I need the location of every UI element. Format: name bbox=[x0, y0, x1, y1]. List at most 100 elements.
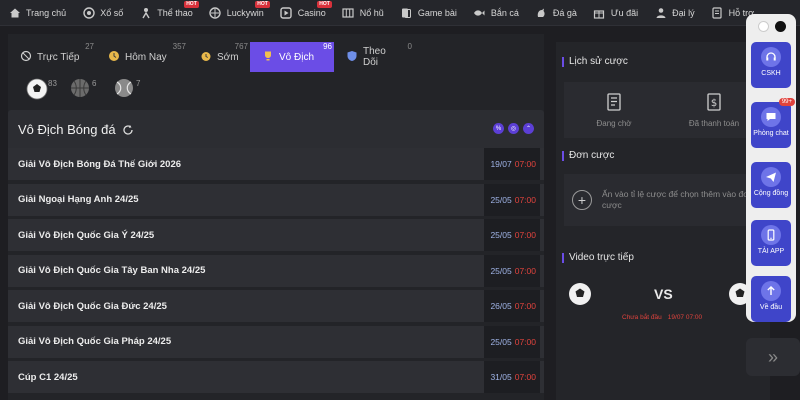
tab-label: Hôm Nay bbox=[125, 51, 167, 63]
history-section-title: Lịch sử cược bbox=[562, 56, 628, 67]
match-time: 19/07 07:00 bbox=[484, 148, 540, 180]
table-row[interactable]: Giải Vô Địch Quốc Gia Tây Ban Nha 24/25 … bbox=[8, 254, 544, 287]
match-time: 25/05 07:00 bbox=[484, 254, 540, 287]
nav-label: Đại lý bbox=[672, 7, 695, 18]
chat-badge: 99+ bbox=[778, 98, 795, 106]
video-start-time: 19/07 07:00 bbox=[667, 314, 703, 321]
nav-item-casino[interactable]: Casino HOT bbox=[272, 0, 334, 26]
add-bet-icon[interactable]: + bbox=[572, 190, 592, 210]
nav-item-agent[interactable]: Đại lý bbox=[646, 0, 703, 26]
sport-count: 6 bbox=[92, 79, 97, 88]
nav-label: Luckywin bbox=[226, 7, 264, 18]
percent-icon[interactable]: % bbox=[493, 123, 504, 134]
chat-label: Phòng chat bbox=[753, 130, 789, 137]
tab-live[interactable]: Trực Tiếp 27 bbox=[8, 42, 96, 72]
nav-item-home[interactable]: Trang chủ bbox=[0, 0, 74, 26]
section-marker bbox=[562, 252, 564, 263]
match-date: 31/05 bbox=[490, 372, 512, 382]
video-section-title: Video trực tiếp bbox=[562, 252, 634, 263]
section-marker bbox=[562, 56, 564, 67]
match-time: 25/05 07:00 bbox=[484, 183, 540, 216]
phone-icon bbox=[761, 225, 781, 245]
back-to-top-button[interactable]: Về đầu bbox=[751, 276, 791, 322]
nav-label: Xổ số bbox=[100, 7, 124, 18]
community-button[interactable]: Cộng đồng bbox=[751, 162, 791, 208]
tab-count: 357 bbox=[172, 42, 186, 51]
nav-label: Ưu đãi bbox=[610, 7, 639, 18]
nav-item-gift[interactable]: Ưu đãi bbox=[585, 0, 646, 26]
hot-badge: HOT bbox=[317, 0, 332, 8]
league-name: Giải Vô Địch Quốc Gia Ý 24/25 bbox=[18, 229, 155, 241]
table-row[interactable]: Giải Ngoại Hạng Anh 24/25 25/05 07:00 bbox=[8, 183, 544, 216]
community-label: Cộng đồng bbox=[753, 190, 789, 197]
league-list: Giải Vô Địch Bóng Đá Thế Giới 2026 19/07… bbox=[8, 148, 544, 397]
championship-title: Vô Địch Bóng đá bbox=[18, 121, 116, 137]
refresh-icon[interactable] bbox=[122, 123, 134, 135]
table-row[interactable]: Giải Vô Địch Quốc Gia Ý 24/25 25/05 07:00 bbox=[8, 219, 544, 251]
section-marker bbox=[562, 150, 564, 161]
nav-item-rooster[interactable]: Đá gà bbox=[527, 0, 585, 26]
hot-badge: HOT bbox=[255, 0, 270, 8]
table-row[interactable]: Giải Vô Địch Quốc Gia Đức 24/25 26/05 07:… bbox=[8, 290, 544, 322]
agent-icon bbox=[654, 6, 667, 19]
shield-icon bbox=[346, 50, 358, 65]
live-icon bbox=[20, 50, 32, 65]
paid-receipt-icon: $ bbox=[706, 92, 722, 113]
table-row[interactable]: Giải Vô Địch Bóng Đá Thế Giới 2026 19/07… bbox=[8, 148, 544, 180]
match-date: 25/05 bbox=[490, 265, 512, 276]
nav-item-lottery[interactable]: Xổ số bbox=[74, 0, 131, 26]
match-time: 31/05 07:00 bbox=[484, 361, 540, 393]
luckywin-icon bbox=[209, 6, 222, 19]
customer-support-button[interactable]: CSKH bbox=[751, 42, 791, 88]
theme-toggle[interactable] bbox=[758, 21, 786, 32]
table-row[interactable]: Giải Vô Địch Quốc Gia Pháp 24/25 25/05 07… bbox=[8, 325, 544, 358]
light-theme-icon[interactable] bbox=[758, 21, 769, 32]
nav-item-slot[interactable]: Nổ hũ bbox=[334, 0, 392, 26]
chat-room-button[interactable]: 99+ Phòng chat bbox=[751, 98, 795, 148]
tab-following[interactable]: Theo Dõi 0 bbox=[334, 42, 414, 72]
tab-early[interactable]: Sớm 767 bbox=[188, 42, 250, 72]
double-chevron-icon: » bbox=[767, 346, 778, 367]
match-date: 19/07 bbox=[490, 159, 512, 169]
sport-tennis[interactable]: 7 bbox=[114, 78, 144, 104]
collapse-icon[interactable]: ⌃ bbox=[523, 123, 534, 134]
top-label: Về đầu bbox=[759, 304, 783, 311]
sport-count: 83 bbox=[48, 79, 57, 88]
nav-item-fish[interactable]: Bắn cá bbox=[465, 0, 527, 26]
floating-sidebar: CSKH 99+ Phòng chat Cộng đồng TẢI APP Về… bbox=[746, 14, 796, 322]
not-started-label: Chưa bắt đầu bbox=[622, 314, 662, 321]
nav-label: Casino bbox=[297, 7, 326, 18]
tab-today[interactable]: Hôm Nay 357 bbox=[96, 42, 188, 72]
support-icon bbox=[711, 6, 724, 19]
table-row[interactable]: Cúp C1 24/25 31/05 07:00 bbox=[8, 361, 544, 393]
telegram-icon bbox=[761, 167, 781, 187]
rooster-icon bbox=[535, 6, 548, 19]
sport-soccer[interactable]: 83 bbox=[26, 78, 57, 104]
pending-bets[interactable]: Đang chờ bbox=[564, 82, 664, 138]
match-time: 26/05 07:00 bbox=[484, 290, 540, 322]
today-icon bbox=[108, 50, 120, 65]
match-time: 25/05 07:00 bbox=[484, 325, 540, 358]
download-app-button[interactable]: TẢI APP bbox=[751, 220, 791, 266]
nav-item-luckywin[interactable]: Luckywin HOT bbox=[201, 0, 272, 26]
tab-championship[interactable]: Vô Địch 96 bbox=[250, 42, 334, 72]
nav-item-cards[interactable]: Game bài bbox=[392, 0, 465, 26]
headset-icon bbox=[761, 47, 781, 67]
header-actions: % ◎ ⌃ bbox=[493, 123, 534, 134]
sidebar-collapse-button[interactable]: » bbox=[746, 338, 800, 376]
tab-count: 27 bbox=[85, 42, 94, 51]
cskh-label: CSKH bbox=[761, 70, 781, 77]
settings-icon[interactable]: ◎ bbox=[508, 123, 519, 134]
nav-item-sport[interactable]: Thể thao HOT bbox=[131, 0, 201, 26]
sport-icon bbox=[139, 6, 152, 19]
top-nav: Trang chủ Xổ số Thể thao HOT Luckywin HO… bbox=[0, 0, 800, 26]
match-hour: 07:00 bbox=[514, 372, 536, 382]
tab-count: 96 bbox=[323, 42, 332, 51]
live-video[interactable]: VS Chưa bắt đầu 19/07 07:00 bbox=[556, 268, 770, 338]
sport-basketball[interactable]: 6 bbox=[70, 78, 100, 104]
dark-theme-icon[interactable] bbox=[775, 21, 786, 32]
league-name: Giải Vô Địch Quốc Gia Tây Ban Nha 24/25 bbox=[18, 265, 206, 276]
nav-label: Thể thao bbox=[157, 7, 193, 18]
match-hour: 07:00 bbox=[514, 230, 536, 240]
bet-history-box: Đang chờ $ Đã thanh toán bbox=[564, 82, 764, 138]
